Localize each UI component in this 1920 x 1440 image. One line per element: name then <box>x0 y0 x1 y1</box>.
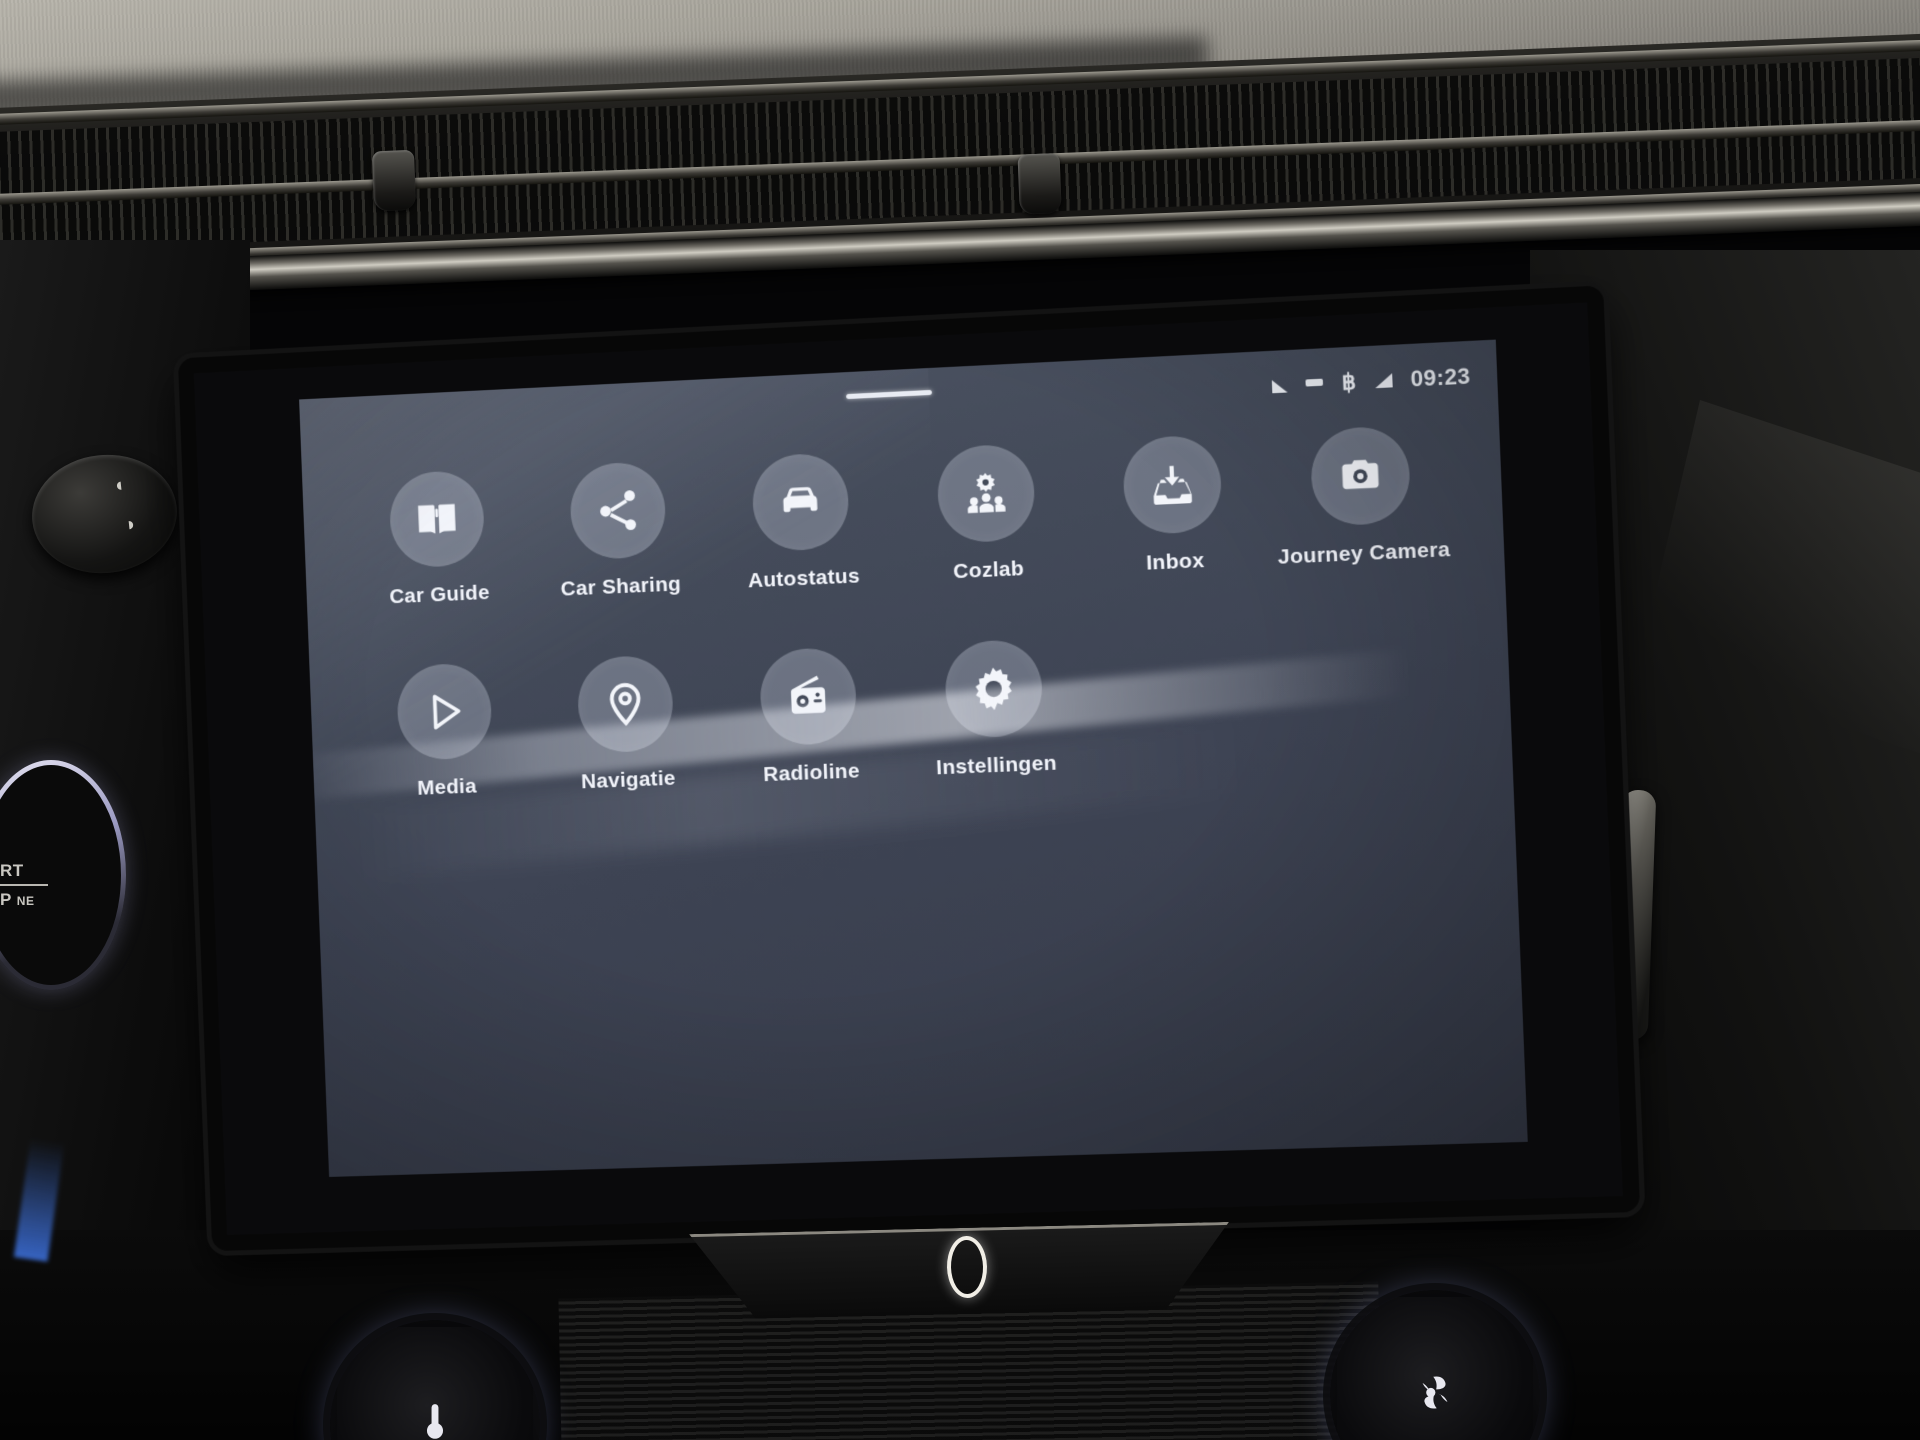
app-label: Navigatie <box>580 766 677 794</box>
dash-icon <box>1305 378 1324 387</box>
app-cozlab[interactable]: Cozlab <box>891 441 1082 587</box>
thermometer-icon <box>412 1400 458 1440</box>
app-row-1: Car Guide Car Sharing Autostatus Cozlab … <box>345 423 1459 611</box>
app-car-guide[interactable]: Car Guide <box>345 467 531 611</box>
share-icon <box>568 460 667 561</box>
app-label: Car Sharing <box>560 572 682 601</box>
app-instellingen[interactable]: Instellingen <box>899 637 1090 782</box>
vent-tab-right[interactable] <box>1017 153 1062 215</box>
app-slot-empty-1 <box>1085 629 1278 775</box>
app-car-sharing[interactable]: Car Sharing <box>525 459 712 603</box>
infotainment-display-housing: ฿ 09:23 Car Guide Car Sharing Autostatus… <box>177 285 1641 1252</box>
book-icon <box>388 469 486 569</box>
app-autostatus[interactable]: Autostatus <box>707 450 896 595</box>
app-label: Car Guide <box>388 581 491 609</box>
start-stop-line1: RT <box>0 861 24 880</box>
car-interior-scene: ◖ ◗ RT P NE ฿ 09:23 Car Guide Car Sharin… <box>0 0 1920 1440</box>
dot-matrix-grid-icon[interactable] <box>325 339 386 374</box>
start-stop-label: RT P NE <box>0 860 70 911</box>
app-label: Cozlab <box>952 557 1025 584</box>
inbox-tray-icon <box>1121 434 1223 536</box>
fan-icon <box>1412 1370 1458 1421</box>
signal-bars-icon <box>1272 378 1288 393</box>
headlight-high-beam-icon: ◗ <box>124 513 138 536</box>
driver-seat-heater[interactable]: OFF <box>752 340 790 353</box>
app-label: Instellingen <box>935 751 1058 780</box>
passenger-seat-heater[interactable]: OFF <box>982 340 1021 342</box>
driver-seat-state: OFF <box>756 339 788 353</box>
app-radioline[interactable]: Radioline <box>715 645 904 789</box>
app-label: Journey Camera <box>1277 537 1451 569</box>
app-grid: Car Guide Car Sharing Autostatus Cozlab … <box>302 421 1512 805</box>
start-stop-line2: P <box>0 890 12 910</box>
headlight-low-beam-icon: ◖ <box>112 474 126 497</box>
status-bar: ฿ 09:23 <box>1272 363 1471 399</box>
status-clock: 09:23 <box>1410 363 1471 392</box>
camera-icon <box>1309 425 1412 527</box>
app-media[interactable]: Media <box>352 660 538 803</box>
app-label: Autostatus <box>747 564 861 593</box>
app-slot-empty-2 <box>1272 621 1467 767</box>
pull-down-handle[interactable] <box>846 389 933 400</box>
gear-icon <box>943 638 1044 739</box>
start-stop-line3: NE <box>16 894 35 909</box>
passenger-seat-state: OFF <box>986 340 1018 341</box>
car-front-icon <box>751 452 851 553</box>
signal-secondary-icon <box>1374 373 1393 389</box>
app-row-2: Media Navigatie Radioline Instellingen <box>352 621 1467 803</box>
driver-temperature[interactable]: 21 ° .5 <box>626 340 699 356</box>
bluetooth-icon: ฿ <box>1341 368 1357 395</box>
vent-tab-left[interactable] <box>371 149 417 212</box>
app-inbox[interactable]: Inbox <box>1077 432 1270 579</box>
app-navigatie[interactable]: Navigatie <box>533 653 721 796</box>
location-pin-icon <box>576 654 675 754</box>
app-label: Inbox <box>1145 548 1205 575</box>
infotainment-screen[interactable]: ฿ 09:23 Car Guide Car Sharing Autostatus… <box>299 339 1528 1177</box>
play-icon <box>395 662 493 761</box>
app-journey-camera[interactable]: Journey Camera <box>1264 423 1459 570</box>
people-group-icon <box>935 443 1036 544</box>
radio-icon <box>758 646 859 747</box>
driver-temp-whole: 21 <box>626 340 678 356</box>
app-label: Media <box>416 774 478 800</box>
app-label: Radioline <box>762 759 861 787</box>
climate-controls: 21 ° .5 OFF OFF <box>383 340 1402 372</box>
